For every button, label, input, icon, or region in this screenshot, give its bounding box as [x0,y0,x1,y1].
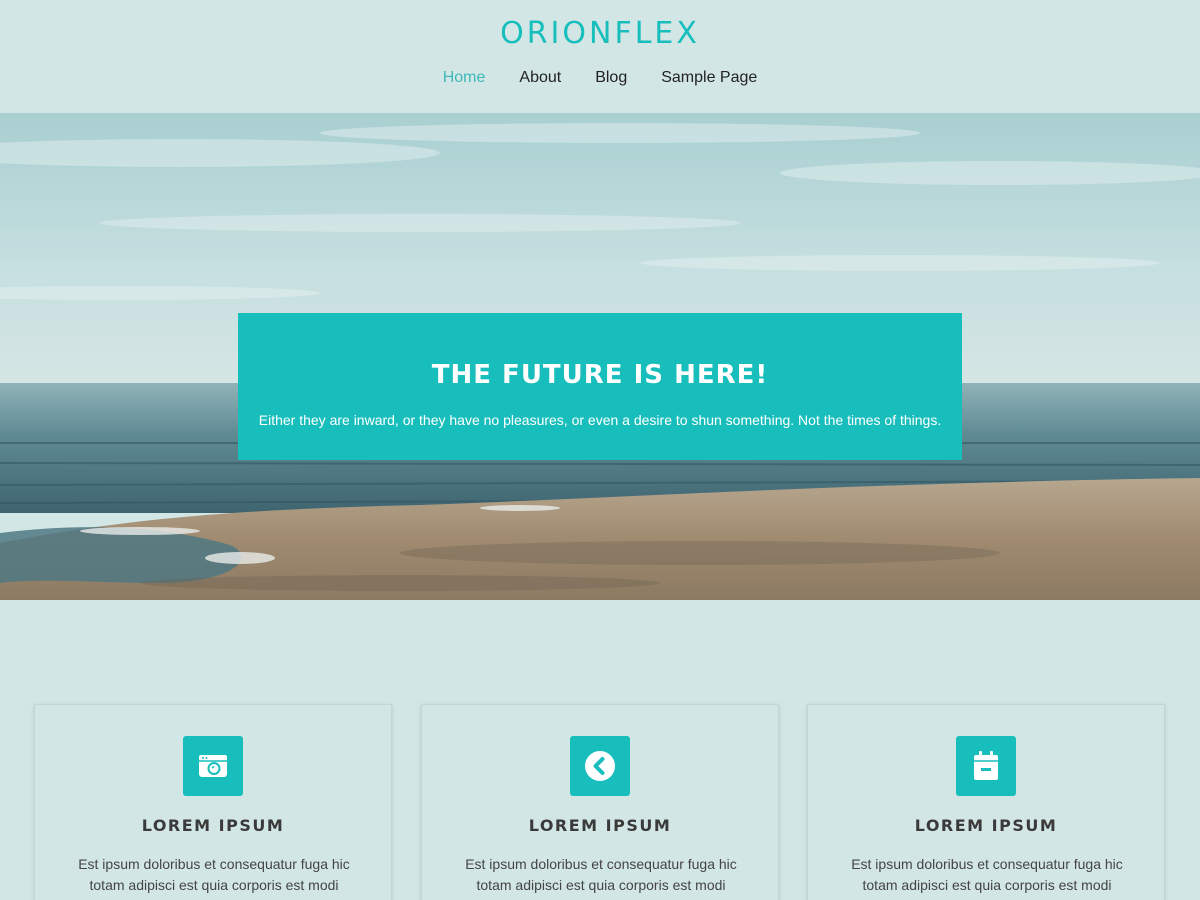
feature-title: LOREM IPSUM [914,816,1058,835]
main-nav: Home About Blog Sample Page [0,68,1200,88]
feature-title: LOREM IPSUM [141,816,285,835]
nav-item-about[interactable]: About [502,68,578,88]
feature-title: LOREM IPSUM [528,816,672,835]
hero-title: THE FUTURE IS HERE! [431,360,769,390]
site-header: ORIONFLEX Home About Blog Sample Page [0,0,1200,113]
feature-card: LOREM IPSUM Est ipsum doloribus et conse… [421,704,779,900]
feature-text: Est ipsum doloribus et consequatur fuga … [465,856,737,893]
feature-card: LOREM IPSUM Est ipsum doloribus et conse… [34,704,392,900]
hero-section: THE FUTURE IS HERE! Either they are inwa… [0,113,1200,600]
nav-item-home[interactable]: Home [426,68,503,88]
hero-banner: THE FUTURE IS HERE! Either they are inwa… [238,313,962,460]
chevron-left-circle-icon [570,736,630,796]
camera-icon [183,736,243,796]
feature-text: Est ipsum doloribus et consequatur fuga … [78,856,350,893]
hero-text: Either they are inward, or they have no … [258,412,942,428]
calendar-minus-icon [956,736,1016,796]
feature-text: Est ipsum doloribus et consequatur fuga … [851,856,1123,893]
nav-item-blog[interactable]: Blog [578,68,644,88]
feature-card: LOREM IPSUM Est ipsum doloribus et conse… [807,704,1165,900]
nav-item-sample-page[interactable]: Sample Page [644,68,774,88]
site-logo[interactable]: ORIONFLEX [0,16,1200,51]
